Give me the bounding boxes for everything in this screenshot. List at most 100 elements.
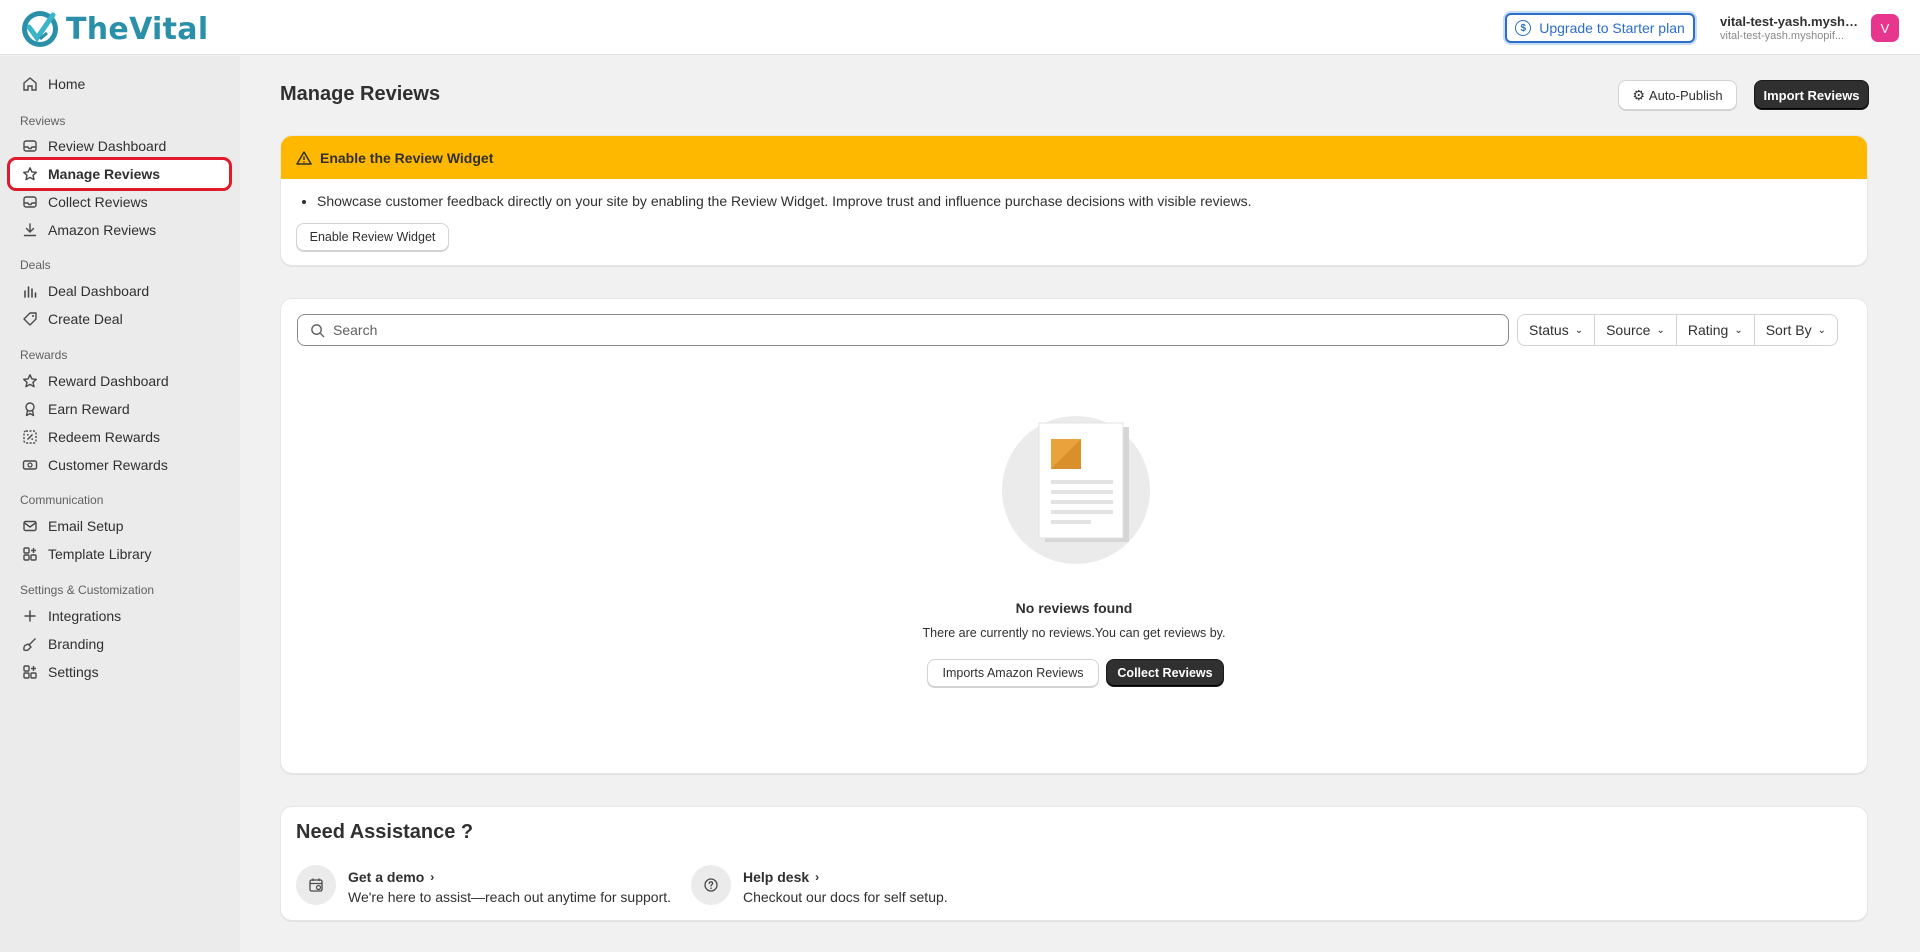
sidebar-item-customer-rewards[interactable]: Customer Rewards <box>10 451 229 479</box>
sidebar-item-label: Review Dashboard <box>48 138 167 154</box>
sidebar-item-earn-reward[interactable]: Earn Reward <box>10 395 229 423</box>
status-filter[interactable]: Status ⌄ <box>1518 315 1596 345</box>
source-filter[interactable]: Source ⌄ <box>1595 315 1677 345</box>
store-name: vital-test-yash.mysho... <box>1720 14 1862 29</box>
upgrade-plan-label: Upgrade to Starter plan <box>1539 20 1685 36</box>
sidebar-item-label: Home <box>48 76 86 92</box>
review-widget-banner: Enable the Review Widget Showcase custom… <box>280 135 1868 266</box>
sidebar-item-label: Template Library <box>48 546 152 562</box>
sidebar-item-template-library[interactable]: Template Library <box>10 540 229 568</box>
star-icon <box>22 166 38 182</box>
chevron-down-icon: ⌄ <box>1574 324 1584 336</box>
apps-icon <box>22 546 38 562</box>
sidebar-item-label: Deal Dashboard <box>48 283 150 299</box>
filter-group: Status ⌄ Source ⌄ Rating ⌄ Sort By ⌄ <box>1517 314 1838 346</box>
empty-state-illustration <box>1002 416 1150 564</box>
sidebar-item-label: Manage Reviews <box>48 166 161 182</box>
empty-state-subtitle: There are currently no reviews.You can g… <box>922 626 1226 640</box>
help-desk-description: Checkout our docs for self setup. <box>743 889 948 905</box>
empty-state-title: No reviews found <box>1015 600 1133 616</box>
calendar-icon <box>296 865 336 905</box>
sidebar-section-communication: Communication <box>20 493 104 507</box>
assistance-title: Need Assistance ? <box>296 821 474 843</box>
sidebar-item-reward-dashboard[interactable]: Reward Dashboard <box>10 367 229 395</box>
cash-icon <box>22 457 38 473</box>
auto-publish-label: Auto-Publish <box>1648 87 1723 103</box>
sidebar-item-amazon-reviews[interactable]: Amazon Reviews <box>10 216 229 244</box>
warning-icon <box>296 150 312 166</box>
top-bar: TheVital $ Upgrade to Starter plan vital… <box>0 0 1920 55</box>
get-demo-description: We're here to assist—reach out anytime f… <box>348 889 672 905</box>
dollar-icon: $ <box>1515 20 1532 36</box>
chevron-down-icon: ⌄ <box>1656 324 1665 336</box>
sidebar-section-reviews: Reviews <box>20 114 66 128</box>
sidebar-item-home[interactable]: Home <box>10 70 229 98</box>
sidebar-item-label: Redeem Rewards <box>48 429 161 445</box>
sidebar-item-collect-reviews[interactable]: Collect Reviews <box>10 188 229 216</box>
app-logo[interactable]: TheVital <box>20 9 208 49</box>
search-input[interactable]: Search <box>297 314 1509 346</box>
question-circle-icon <box>691 865 731 905</box>
chevron-down-icon: ⌄ <box>1817 324 1826 336</box>
rating-filter[interactable]: Rating ⌄ <box>1677 315 1755 345</box>
sidebar-item-label: Collect Reviews <box>48 194 148 210</box>
sidebar-item-email-setup[interactable]: Email Setup <box>10 512 229 540</box>
reviews-card: Search Status ⌄ Source ⌄ Rating ⌄ Sort By ⌄ … <box>280 298 1868 774</box>
sidebar-item-branding[interactable]: Branding <box>10 630 229 658</box>
sidebar: Home Reviews Review Dashboard Manage Rev… <box>0 56 240 952</box>
chevron-right-icon: › <box>430 870 435 884</box>
sidebar-item-integrations[interactable]: Integrations <box>10 602 229 630</box>
sidebar-item-label: Email Setup <box>48 518 124 534</box>
page-title: Manage Reviews <box>280 83 441 105</box>
banner-title: Enable the Review Widget <box>320 149 494 166</box>
sidebar-item-settings[interactable]: Settings <box>10 658 229 686</box>
sidebar-item-label: Branding <box>48 636 105 652</box>
sidebar-section-rewards: Rewards <box>20 348 68 362</box>
chevron-down-icon: ⌄ <box>1734 324 1743 336</box>
chevron-right-icon: › <box>815 870 820 884</box>
star-icon <box>22 373 38 389</box>
sidebar-item-label: Reward Dashboard <box>48 373 169 389</box>
sidebar-item-label: Create Deal <box>48 311 123 327</box>
home-icon <box>22 76 38 92</box>
search-icon <box>311 323 325 337</box>
sidebar-section-settings: Settings & Customization <box>20 583 155 597</box>
award-icon <box>22 401 38 417</box>
sidebar-item-create-deal[interactable]: Create Deal <box>10 305 229 333</box>
inbox-icon <box>22 194 38 210</box>
imports-amazon-reviews-button[interactable]: Imports Amazon Reviews <box>927 659 1099 687</box>
collect-reviews-button[interactable]: Collect Reviews <box>1106 659 1224 687</box>
download-icon <box>22 222 38 238</box>
filter-label: Status <box>1529 322 1569 338</box>
tag-icon <box>22 311 38 327</box>
search-placeholder: Search <box>333 322 378 338</box>
discount-icon <box>22 429 38 445</box>
sidebar-item-label: Amazon Reviews <box>48 222 157 238</box>
get-demo-title: Get a demo <box>348 869 425 885</box>
sidebar-item-redeem-rewards[interactable]: Redeem Rewards <box>10 423 229 451</box>
bar-chart-icon <box>22 283 38 299</box>
sidebar-item-label: Earn Reward <box>48 401 130 417</box>
sidebar-item-deal-dashboard[interactable]: Deal Dashboard <box>10 277 229 305</box>
enable-review-widget-button[interactable]: Enable Review Widget <box>296 223 449 251</box>
banner-bullet: Showcase customer feedback directly on y… <box>317 193 1851 209</box>
store-domain: vital-test-yash.myshopif... <box>1720 30 1845 42</box>
sort-by-filter[interactable]: Sort By ⌄ <box>1755 315 1837 345</box>
avatar[interactable]: V <box>1871 14 1899 42</box>
sidebar-item-label: Integrations <box>48 608 122 624</box>
paint-brush-icon <box>22 636 38 652</box>
banner-body: Showcase customer feedback directly on y… <box>281 179 1867 223</box>
sidebar-item-review-dashboard[interactable]: Review Dashboard <box>10 132 229 160</box>
logo-icon <box>22 11 58 47</box>
auto-publish-button[interactable]: ⚙ Auto-Publish <box>1618 80 1737 110</box>
import-reviews-button[interactable]: Import Reviews <box>1754 80 1869 110</box>
help-desk-item[interactable]: Help desk › Checkout our docs for self se… <box>691 865 948 905</box>
store-switcher[interactable]: vital-test-yash.mysho... vital-test-yash… <box>1720 14 1862 42</box>
sidebar-item-label: Settings <box>48 664 99 680</box>
sidebar-item-manage-reviews[interactable]: Manage Reviews <box>7 157 232 191</box>
filter-label: Sort By <box>1765 322 1812 338</box>
sidebar-section-deals: Deals <box>20 258 51 272</box>
inbox-icon <box>22 138 38 154</box>
get-demo-item[interactable]: Get a demo › We're here to assist—reach o… <box>296 865 671 905</box>
upgrade-plan-button[interactable]: $ Upgrade to Starter plan <box>1505 13 1695 43</box>
